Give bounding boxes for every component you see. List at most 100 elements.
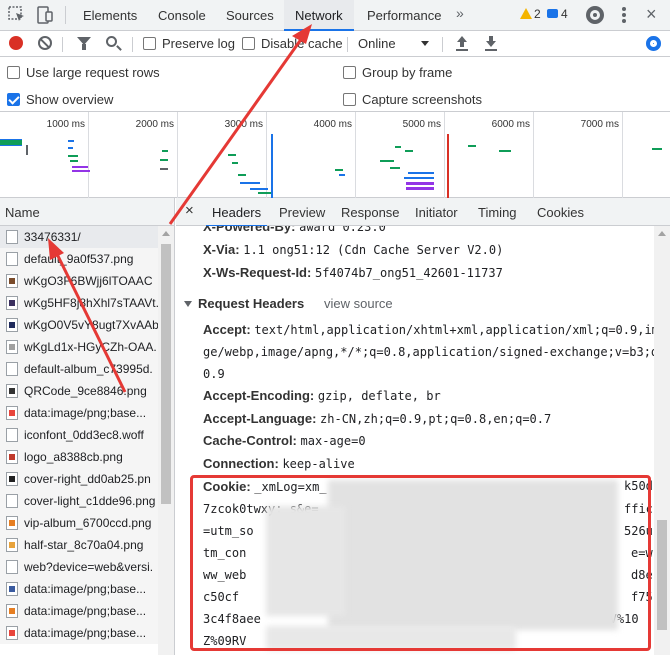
tab-headers[interactable]: Headers	[205, 205, 268, 227]
tab-preview[interactable]: Preview	[279, 205, 325, 220]
request-row[interactable]: data:image/png;base...	[0, 600, 158, 622]
request-row[interactable]: QRCode_9ce8846.png	[0, 380, 158, 402]
request-row[interactable]: vip-album_6700ccd.png	[0, 512, 158, 534]
timeline-bar	[26, 145, 28, 155]
image-icon	[6, 516, 18, 530]
request-row[interactable]: half-star_8c70a04.png	[0, 534, 158, 556]
timeline-bar	[68, 155, 78, 157]
record-icon[interactable]	[9, 36, 23, 50]
scrollbar-thumb[interactable]	[161, 244, 171, 504]
header-name: Cache-Control:	[203, 433, 297, 448]
throttling-select[interactable]: Online	[358, 36, 396, 51]
request-row[interactable]: data:image/png;base...	[0, 578, 158, 600]
request-name: 33476331/	[24, 230, 81, 244]
tab-initiator[interactable]: Initiator	[415, 205, 458, 220]
capture-screenshots-checkbox[interactable]	[343, 93, 356, 106]
scroll-up-icon[interactable]	[162, 231, 170, 236]
header-name: X-Via:	[203, 242, 240, 257]
warnings-counter[interactable]: 2	[520, 7, 541, 21]
request-row[interactable]: data:image/png;base...	[0, 402, 158, 424]
timeline-bar	[70, 160, 78, 162]
image-icon	[6, 274, 18, 288]
disable-cache-checkbox[interactable]	[242, 37, 255, 50]
request-row[interactable]: wKg5HF8j8hXhl7sTAAVt.	[0, 292, 158, 314]
request-headers-section[interactable]: Request Headers	[184, 296, 304, 311]
chevron-down-icon[interactable]	[421, 41, 429, 46]
large-rows-checkbox[interactable]	[7, 66, 20, 79]
tab-console[interactable]: Console	[150, 0, 214, 31]
device-toolbar-icon[interactable]	[35, 5, 55, 25]
image-icon	[6, 252, 18, 266]
import-har-icon[interactable]	[456, 36, 468, 51]
network-settings-gear-icon[interactable]	[646, 36, 661, 51]
kebab-menu-icon[interactable]	[622, 7, 626, 24]
headers-panel-scrollbar[interactable]	[654, 226, 670, 655]
request-list: 33476331/ default_9a0f537.png wKgO3F6BWj…	[0, 226, 175, 655]
timeline-bar	[68, 140, 74, 142]
scrollbar-thumb[interactable]	[657, 520, 667, 630]
close-detail-icon[interactable]: ×	[185, 202, 194, 219]
request-name: wKg5HF8j8hXhl7sTAAVt.	[24, 296, 158, 310]
tab-response[interactable]: Response	[341, 205, 400, 220]
tab-elements[interactable]: Elements	[75, 0, 145, 31]
request-name: data:image/png;base...	[24, 626, 147, 640]
view-source-link[interactable]: view source	[324, 296, 393, 311]
tab-timing[interactable]: Timing	[478, 205, 517, 220]
search-icon[interactable]	[106, 36, 117, 47]
timeline-tick: 1000 ms	[46, 119, 85, 130]
request-row[interactable]: default-album_c73995d.	[0, 358, 158, 380]
timeline-tick: 5000 ms	[402, 119, 441, 130]
preserve-log-checkbox[interactable]	[143, 37, 156, 50]
more-tabs-icon[interactable]: »	[456, 5, 464, 21]
preserve-log-label: Preserve log	[162, 36, 235, 51]
header-value: text/html,application/xhtml+xml,applicat…	[254, 323, 654, 337]
timeline-bar	[380, 160, 394, 162]
filter-icon[interactable]	[77, 37, 91, 50]
network-overview-timeline[interactable]: 1000 ms 2000 ms 3000 ms 4000 ms 5000 ms …	[0, 112, 670, 198]
request-row[interactable]: web?device=web&versi.	[0, 556, 158, 578]
request-name: wKgLd1x-HGyCZh-OAA.	[24, 340, 157, 354]
name-column-header[interactable]: Name	[0, 198, 175, 226]
show-overview-checkbox[interactable]	[7, 93, 20, 106]
header-name: Accept:	[203, 322, 251, 337]
inspect-element-icon[interactable]	[7, 5, 27, 25]
show-overview-label: Show overview	[26, 92, 114, 107]
request-row[interactable]: cover-right_dd0ab25.pn	[0, 468, 158, 490]
request-row[interactable]: cover-light_c1dde96.png	[0, 490, 158, 512]
request-row[interactable]: default_9a0f537.png	[0, 248, 158, 270]
request-row[interactable]: wKgLd1x-HGyCZh-OAA.	[0, 336, 158, 358]
request-name: data:image/png;base...	[24, 604, 147, 618]
group-by-frame-checkbox[interactable]	[343, 66, 356, 79]
timeline-bar	[232, 162, 238, 164]
request-name: default_9a0f537.png	[24, 252, 134, 266]
request-row[interactable]: logo_a8388cb.png	[0, 446, 158, 468]
tab-performance[interactable]: Performance	[359, 0, 449, 31]
cookie-highlight-box	[190, 475, 651, 651]
request-row[interactable]: 33476331/	[0, 226, 158, 248]
timeline-gridline	[444, 112, 445, 198]
timeline-bar	[250, 188, 268, 190]
export-har-icon[interactable]	[485, 36, 497, 51]
image-icon	[6, 604, 18, 618]
header-accept-encoding: Accept-Encoding: gzip, deflate, br	[203, 388, 441, 403]
scroll-up-icon[interactable]	[658, 231, 666, 236]
document-icon	[6, 560, 18, 574]
settings-gear-icon[interactable]	[586, 6, 604, 24]
timeline-bar	[499, 150, 511, 152]
request-row[interactable]: data:image/png;base...	[0, 622, 158, 644]
timeline-tick: 6000 ms	[491, 119, 530, 130]
request-row[interactable]: wKgO3F6BWjj6lTOAAC	[0, 270, 158, 292]
request-row[interactable]: iconfont_0dd3ec8.woff	[0, 424, 158, 446]
timeline-gridline	[355, 112, 356, 198]
timeline-bar	[160, 159, 168, 161]
timeline-bar	[238, 174, 246, 176]
tab-network[interactable]: Network	[284, 0, 354, 31]
dom-content-loaded-marker	[271, 134, 273, 198]
tab-cookies[interactable]: Cookies	[537, 205, 584, 220]
clear-icon[interactable]	[38, 36, 52, 50]
request-list-scrollbar[interactable]	[158, 226, 174, 655]
close-devtools-icon[interactable]: ×	[646, 4, 657, 25]
messages-counter[interactable]: 4	[547, 7, 568, 21]
tab-sources[interactable]: Sources	[218, 0, 282, 31]
request-row[interactable]: wKgO0V5vY8ugt7XvAAb	[0, 314, 158, 336]
